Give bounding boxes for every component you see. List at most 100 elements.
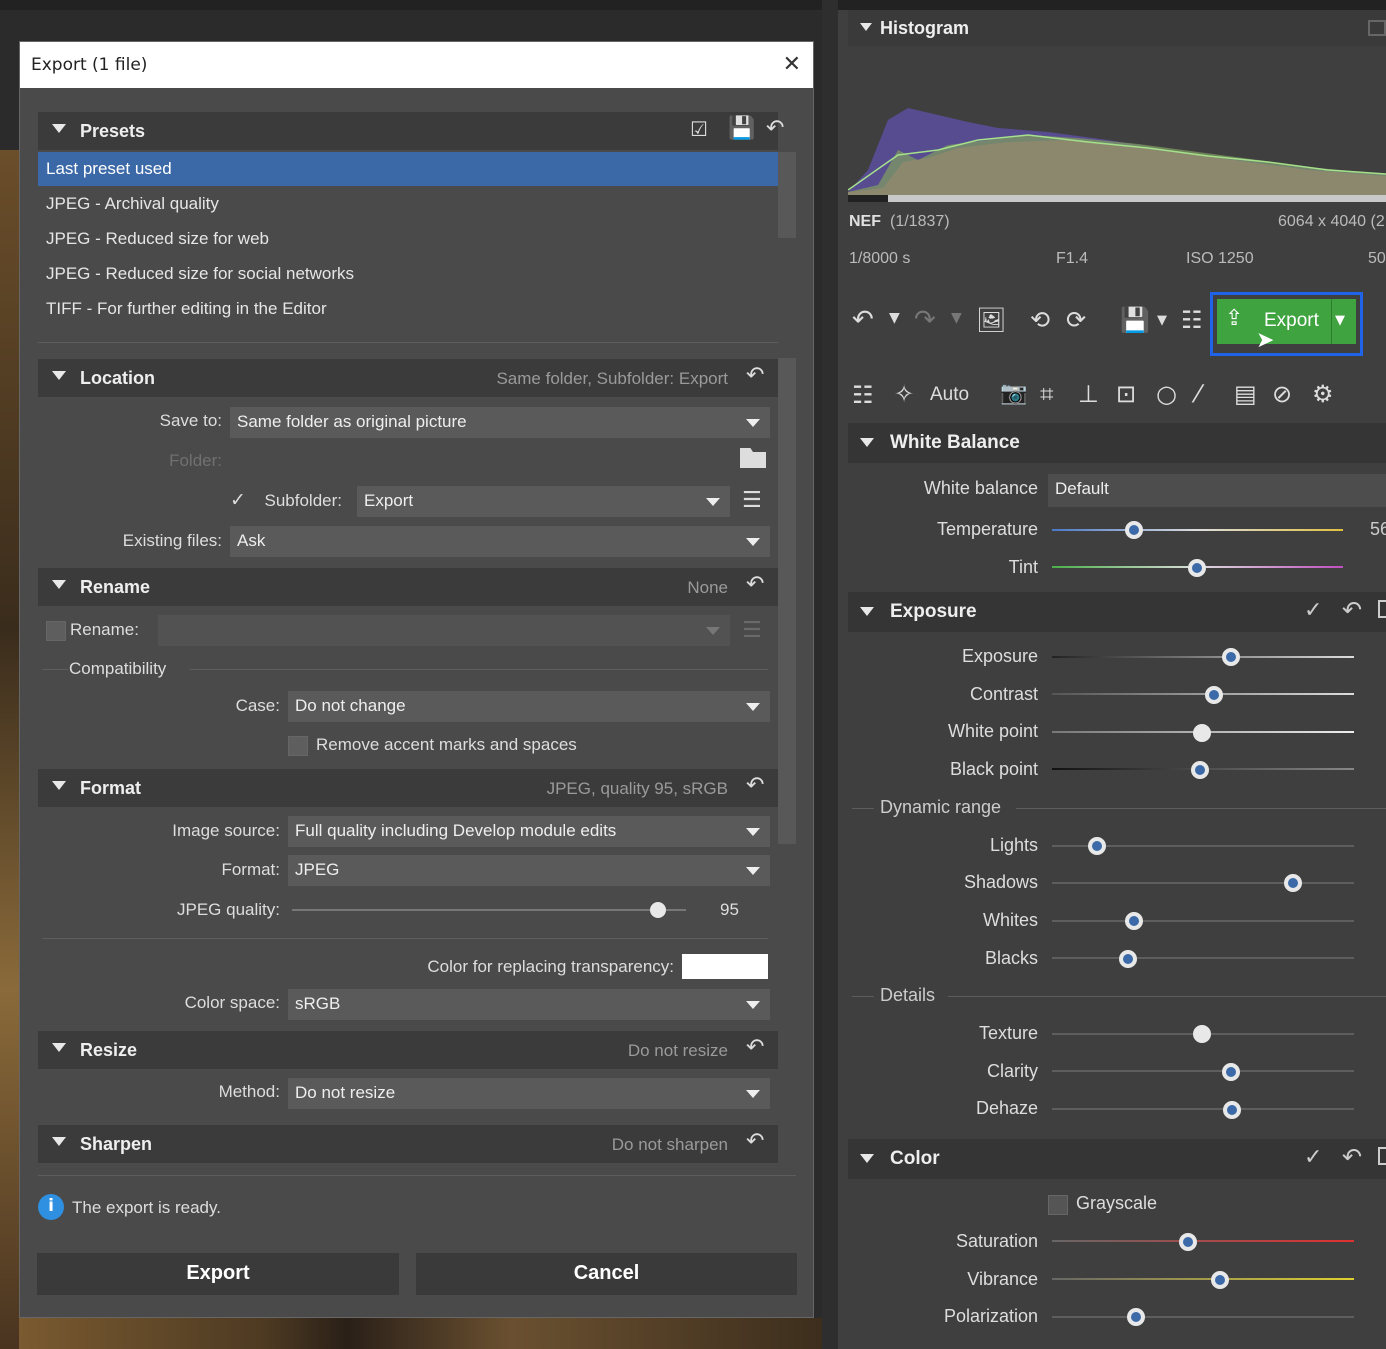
- menu-icon[interactable]: ☰: [742, 488, 762, 513]
- manage-presets-icon[interactable]: ☑: [690, 117, 708, 141]
- panel-divider[interactable]: [822, 0, 838, 1349]
- collapse-icon[interactable]: [52, 124, 66, 133]
- undo-icon[interactable]: ↶: [852, 305, 874, 335]
- text-icon[interactable]: ⊡: [1116, 380, 1136, 408]
- preset-item[interactable]: JPEG - Archival quality: [38, 187, 778, 221]
- copy-icon[interactable]: [1378, 600, 1386, 618]
- exposure-header[interactable]: Exposure ✓ ↶: [848, 592, 1386, 632]
- white-balance-header[interactable]: White Balance: [848, 423, 1386, 463]
- shadows-handle[interactable]: [1284, 874, 1302, 892]
- reset-icon[interactable]: ↶: [1342, 596, 1362, 624]
- reset-icon[interactable]: ↶: [746, 363, 764, 388]
- magic-wand-icon[interactable]: ✧: [894, 380, 914, 408]
- blacks-handle[interactable]: [1119, 950, 1137, 968]
- rename-checkbox[interactable]: [46, 621, 66, 641]
- reset-icon[interactable]: ↶: [746, 773, 764, 798]
- image-icon[interactable]: 🖼: [976, 306, 1006, 334]
- color-space-dropdown[interactable]: sRGB: [288, 989, 770, 1020]
- expand-icon[interactable]: [1368, 20, 1386, 36]
- temperature-handle[interactable]: [1125, 521, 1143, 539]
- rename-dropdown[interactable]: [158, 615, 730, 646]
- check-icon[interactable]: ✓: [230, 489, 246, 511]
- dehaze-handle[interactable]: [1223, 1101, 1241, 1119]
- histogram-header[interactable]: Histogram: [848, 10, 1386, 46]
- collapse-icon[interactable]: [52, 371, 66, 380]
- redo-icon[interactable]: ↷: [914, 305, 936, 335]
- tint-handle[interactable]: [1188, 559, 1206, 577]
- quality-slider-track[interactable]: [292, 909, 686, 911]
- grayscale-checkbox[interactable]: [1048, 1195, 1068, 1215]
- copy-icon[interactable]: [1378, 1147, 1386, 1165]
- contrast-handle[interactable]: [1205, 686, 1223, 704]
- menu-icon[interactable]: ☰: [742, 618, 762, 643]
- export-panel-button[interactable]: ⇪ Export ▼: [1217, 299, 1356, 344]
- collapse-icon[interactable]: [52, 781, 66, 790]
- circle-icon[interactable]: ○: [1156, 380, 1177, 408]
- chevron-down-icon[interactable]: ▼: [951, 310, 962, 326]
- polarization-handle[interactable]: [1127, 1308, 1145, 1326]
- close-icon[interactable]: ✕: [783, 52, 801, 77]
- case-dropdown[interactable]: Do not change: [288, 691, 770, 722]
- saturation-handle[interactable]: [1179, 1233, 1197, 1251]
- collapse-icon[interactable]: [52, 1043, 66, 1052]
- blacks-slider[interactable]: [1052, 957, 1354, 959]
- image-source-dropdown[interactable]: Full quality including Develop module ed…: [288, 816, 770, 847]
- rename-header[interactable]: Rename None ↶: [38, 568, 778, 606]
- preset-scrollbar[interactable]: [778, 152, 796, 238]
- bandage-icon[interactable]: ⊘: [1272, 380, 1292, 408]
- format-header[interactable]: Format JPEG, quality 95, sRGB ↶: [38, 769, 778, 807]
- reset-icon[interactable]: ↶: [746, 572, 764, 597]
- color-header[interactable]: Color ✓ ↶: [848, 1139, 1386, 1179]
- export-button[interactable]: Export: [37, 1253, 399, 1295]
- existing-files-dropdown[interactable]: Ask: [230, 526, 770, 557]
- reset-icon[interactable]: ↶: [746, 1035, 764, 1060]
- check-icon[interactable]: ✓: [1304, 1145, 1322, 1170]
- adjustments-icon[interactable]: ☷: [852, 381, 874, 409]
- preset-item[interactable]: JPEG - Reduced size for social networks: [38, 257, 778, 291]
- collapse-icon[interactable]: [860, 1154, 874, 1163]
- presets-header[interactable]: Presets ☑ 💾 ↶: [38, 112, 784, 150]
- brush-icon[interactable]: ⁄: [1196, 380, 1200, 408]
- subfolder-dropdown[interactable]: Export: [357, 486, 730, 517]
- cancel-button[interactable]: Cancel: [416, 1253, 797, 1295]
- perspective-icon[interactable]: ⊥: [1078, 380, 1099, 408]
- transparency-color-swatch[interactable]: [682, 954, 768, 979]
- exposure-slider[interactable]: [1052, 656, 1354, 658]
- preset-item[interactable]: JPEG - Reduced size for web: [38, 222, 778, 256]
- rotate-left-icon[interactable]: ⟲: [1030, 306, 1050, 334]
- check-icon[interactable]: ✓: [1304, 598, 1322, 623]
- white-point-handle[interactable]: [1193, 724, 1211, 742]
- remove-accents-checkbox[interactable]: [288, 736, 308, 756]
- collapse-icon[interactable]: [52, 580, 66, 589]
- collapse-icon[interactable]: [52, 1137, 66, 1146]
- saturation-slider[interactable]: [1052, 1240, 1354, 1242]
- crop-icon[interactable]: ⌗: [1040, 380, 1054, 408]
- gear-icon[interactable]: ⚙: [1312, 380, 1334, 408]
- reset-icon[interactable]: ↶: [1342, 1143, 1362, 1171]
- shadows-slider[interactable]: [1052, 882, 1354, 884]
- reset-icon[interactable]: ↶: [766, 116, 784, 141]
- resize-header[interactable]: Resize Do not resize ↶: [38, 1031, 778, 1069]
- folder-icon[interactable]: [740, 448, 766, 468]
- location-header[interactable]: Location Same folder, Subfolder: Export …: [38, 359, 778, 397]
- format-dropdown[interactable]: JPEG: [288, 855, 770, 886]
- save-edits-icon[interactable]: 💾: [1120, 306, 1150, 334]
- chevron-down-icon[interactable]: ▼: [889, 310, 900, 326]
- rotate-right-icon[interactable]: ⟳: [1066, 306, 1086, 334]
- collapse-icon[interactable]: [860, 23, 872, 31]
- collapse-icon[interactable]: [860, 607, 874, 616]
- preset-item[interactable]: Last preset used: [38, 152, 778, 186]
- exposure-handle[interactable]: [1222, 648, 1240, 666]
- dehaze-slider[interactable]: [1052, 1108, 1354, 1110]
- sharpen-header[interactable]: Sharpen Do not sharpen ↶: [38, 1125, 778, 1163]
- quality-slider-handle[interactable]: [650, 902, 666, 918]
- polarization-slider[interactable]: [1052, 1316, 1354, 1318]
- collapse-icon[interactable]: [860, 438, 874, 447]
- settings-sliders-icon[interactable]: ☷: [1181, 306, 1203, 334]
- save-preset-icon[interactable]: 💾: [728, 116, 755, 141]
- whites-handle[interactable]: [1125, 912, 1143, 930]
- vibrance-handle[interactable]: [1211, 1271, 1229, 1289]
- whites-slider[interactable]: [1052, 920, 1354, 922]
- settings-scrollbar[interactable]: [778, 358, 796, 844]
- vibrance-slider[interactable]: [1052, 1278, 1354, 1280]
